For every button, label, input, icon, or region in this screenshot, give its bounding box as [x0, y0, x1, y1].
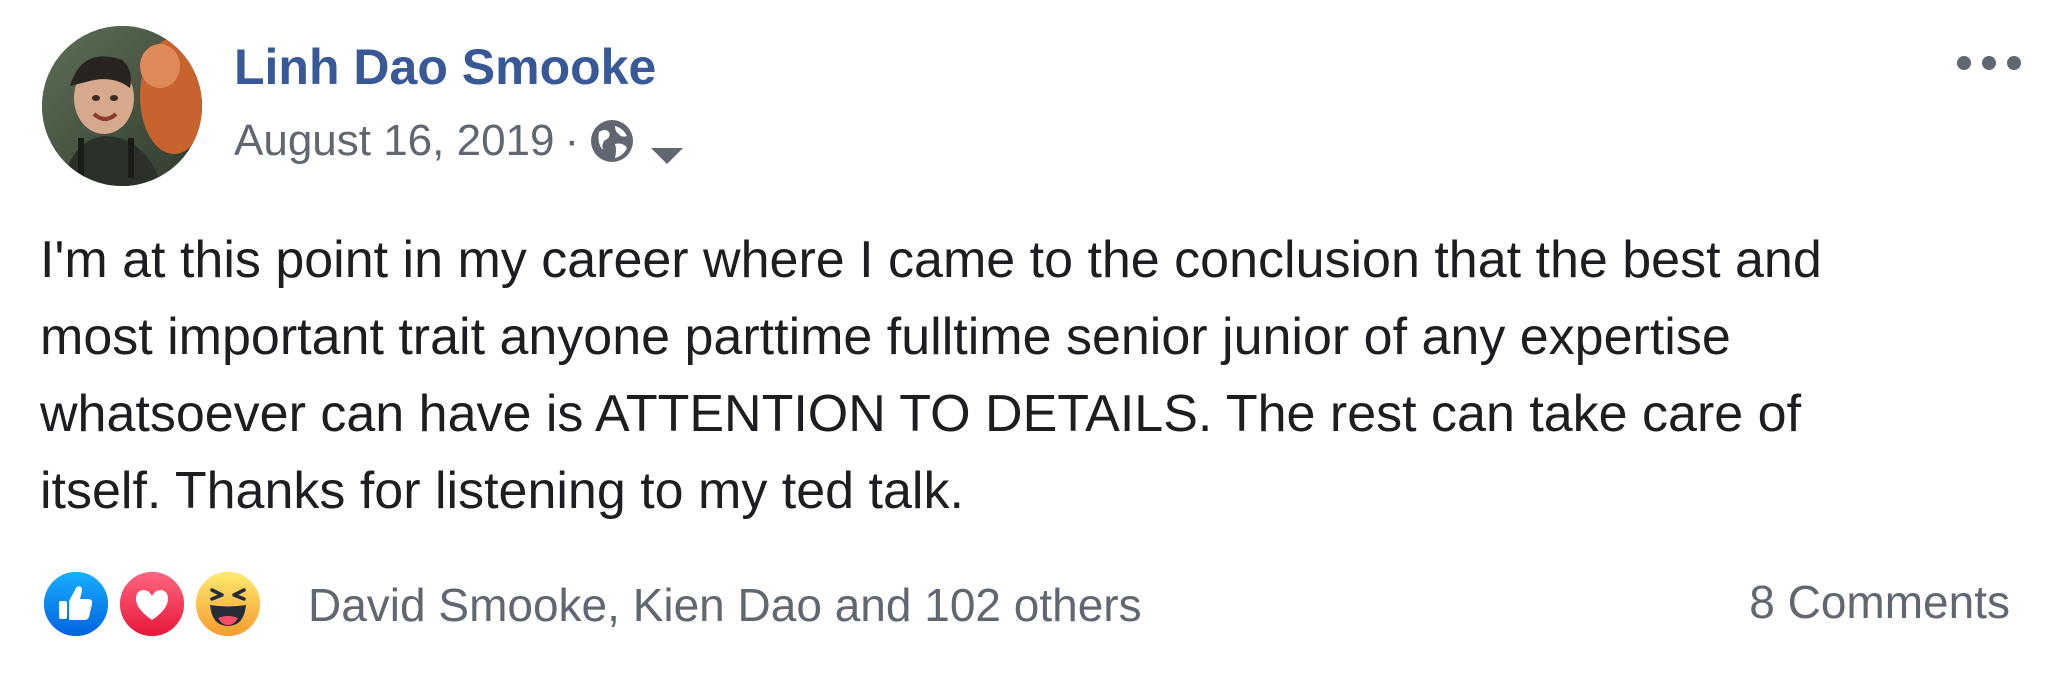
- love-icon: [116, 568, 188, 640]
- post-body: I'm at this point in my career where I c…: [40, 222, 2020, 530]
- more-options-icon[interactable]: [1954, 48, 2024, 78]
- post-text-line: itself. Thanks for listening to my ted t…: [40, 462, 964, 520]
- comments-count-link[interactable]: 8 Comments: [1749, 575, 2010, 629]
- author-name-link[interactable]: Linh Dao Smooke: [234, 38, 656, 96]
- globe-icon[interactable]: [589, 118, 635, 164]
- post-meta: August 16, 2019 ·: [234, 116, 685, 166]
- reactions-bar: David Smooke, Kien Dao and 102 others: [40, 568, 1142, 642]
- like-icon: [40, 568, 112, 640]
- avatar-photo: [42, 26, 202, 186]
- post-date[interactable]: August 16, 2019: [234, 116, 554, 166]
- reactions-summary[interactable]: David Smooke, Kien Dao and 102 others: [308, 578, 1142, 632]
- facebook-post: Linh Dao Smooke August 16, 2019 · I'm at…: [0, 0, 2048, 676]
- post-text-line: most important trait anyone parttime ful…: [40, 308, 1731, 366]
- haha-icon: [192, 568, 264, 640]
- reaction-icons[interactable]: [40, 568, 268, 642]
- meta-separator: ·: [564, 116, 580, 165]
- author-avatar[interactable]: [42, 26, 202, 186]
- post-text-line: whatsoever can have is ATTENTION TO DETA…: [40, 385, 1802, 443]
- privacy-dropdown-icon[interactable]: [649, 129, 685, 164]
- post-text-line: I'm at this point in my career where I c…: [40, 231, 1822, 289]
